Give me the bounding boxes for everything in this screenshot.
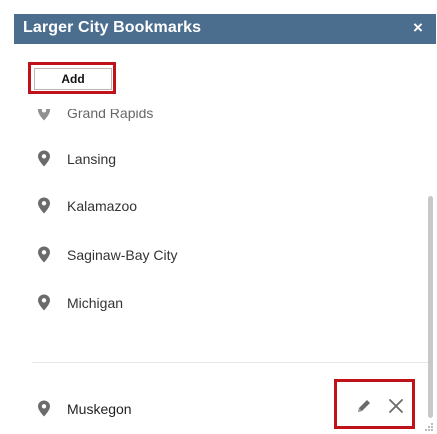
bookmark-item-michigan[interactable]: Michigan (14, 288, 424, 318)
close-icon[interactable]: × (411, 19, 425, 37)
bookmark-label: Grand Rapids (67, 109, 154, 121)
close-icon[interactable] (387, 397, 405, 415)
bookmark-label: Saginaw-Bay City (67, 247, 178, 263)
bookmark-label: Michigan (67, 295, 124, 311)
pencil-icon[interactable] (355, 397, 373, 415)
bookmark-label: Kalamazoo (67, 198, 138, 214)
bookmark-label: Muskegon (67, 401, 132, 417)
panel-header: Larger City Bookmarks × (14, 14, 436, 44)
bookmark-list: Grand Rapids Lansing Kalamazoo Saginaw-B… (14, 109, 430, 434)
list-divider (32, 362, 430, 363)
map-pin-icon (38, 109, 50, 121)
resize-handle-icon[interactable] (424, 422, 434, 432)
list-scrollbar-thumb[interactable] (428, 196, 433, 418)
map-pin-icon (38, 294, 50, 311)
add-bookmark-button[interactable]: Add (34, 68, 112, 90)
add-highlight-box: Add (28, 62, 116, 94)
map-pin-icon (38, 400, 50, 417)
map-pin-icon (38, 246, 50, 263)
bookmark-item-grand-rapids[interactable]: Grand Rapids (14, 109, 424, 128)
bookmark-item-kalamazoo[interactable]: Kalamazoo (14, 191, 424, 221)
map-pin-icon (38, 197, 50, 214)
panel-title: Larger City Bookmarks (23, 19, 202, 36)
bookmarks-panel: Larger City Bookmarks × Add Grand Rapids… (14, 14, 436, 434)
bookmark-item-saginaw-bay-city[interactable]: Saginaw-Bay City (14, 240, 424, 270)
bookmark-label: Lansing (67, 151, 117, 167)
bookmark-item-lansing[interactable]: Lansing (14, 144, 424, 174)
map-pin-icon (38, 150, 50, 167)
edit-actions-highlight (334, 379, 415, 429)
